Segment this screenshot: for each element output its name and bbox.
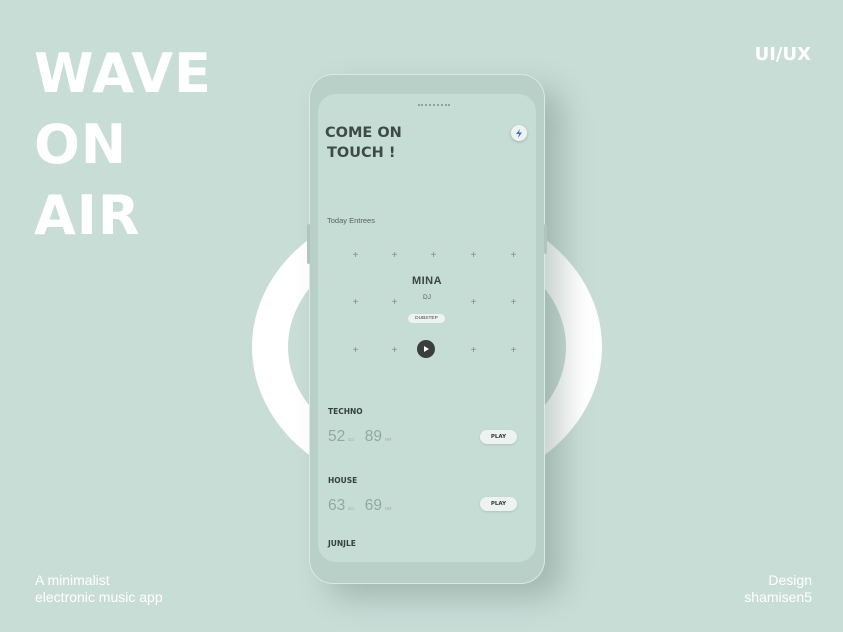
- play-icon[interactable]: [417, 340, 435, 358]
- plus-icon: +: [510, 250, 517, 261]
- dj-unit: DJ: [348, 506, 354, 511]
- dj-count: 63: [328, 497, 346, 514]
- hero-title: WAVE ON AIR: [34, 38, 212, 251]
- dj-count: 52: [328, 428, 346, 445]
- plus-icon: +: [352, 345, 359, 356]
- phone-speaker: [418, 104, 450, 109]
- hr-unit: HR: [385, 437, 392, 442]
- play-button[interactable]: PLAY: [480, 497, 517, 511]
- section-label: Today Entrees: [327, 216, 375, 225]
- hr-unit: HR: [385, 506, 392, 511]
- plus-icon: +: [430, 250, 437, 261]
- plus-icon: +: [470, 345, 477, 356]
- phone-power-button: [544, 224, 547, 254]
- credit-line: Design: [768, 572, 812, 588]
- hero-title-line: AIR: [34, 184, 141, 247]
- artist-role: DJ: [423, 294, 431, 301]
- plus-icon: +: [391, 345, 398, 356]
- screen-title-line: COME ON: [325, 125, 402, 141]
- credit-line: shamisen5: [744, 589, 812, 605]
- genre-stats: 52 DJ 89 HR: [328, 428, 403, 446]
- genre-row-techno: TECHNO 52 DJ 89 HR PLAY: [328, 407, 528, 447]
- plus-icon: +: [352, 250, 359, 261]
- description-line: A minimalist: [35, 572, 110, 588]
- dj-unit: DJ: [348, 437, 354, 442]
- genre-row-junjle: JUNJLE: [328, 539, 528, 553]
- hero-title-line: ON: [34, 113, 128, 176]
- plus-icon: +: [470, 250, 477, 261]
- app-screen: COME ON TOUCH ! Today Entrees + + + + + …: [318, 94, 536, 562]
- hero-title-line: WAVE: [34, 42, 212, 105]
- uiux-tag: UI/UX: [754, 44, 811, 65]
- artist-name[interactable]: MINA: [318, 275, 536, 287]
- plus-icon: +: [510, 345, 517, 356]
- phone-volume-button: [307, 224, 310, 264]
- design-credit: Design shamisen5: [744, 572, 812, 606]
- play-button[interactable]: PLAY: [480, 430, 517, 444]
- genre-row-house: HOUSE 63 DJ 69 HR PLAY: [328, 476, 528, 516]
- hr-count: 69: [364, 497, 382, 514]
- screen-title: COME ON TOUCH !: [325, 123, 402, 163]
- genre-name: TECHNO: [328, 407, 363, 416]
- genre-name: JUNJLE: [328, 539, 356, 548]
- genre-stats: 63 DJ 69 HR: [328, 497, 403, 515]
- lightning-icon[interactable]: [511, 125, 527, 141]
- screen-title-line: TOUCH !: [327, 145, 396, 161]
- genre-badge: DUBSTEP: [408, 314, 445, 323]
- genre-name: HOUSE: [328, 476, 358, 485]
- description-line: electronic music app: [35, 589, 163, 605]
- phone-mockup: COME ON TOUCH ! Today Entrees + + + + + …: [307, 74, 547, 584]
- hr-count: 89: [364, 428, 382, 445]
- app-description: A minimalist electronic music app: [35, 572, 163, 606]
- plus-icon: +: [391, 250, 398, 261]
